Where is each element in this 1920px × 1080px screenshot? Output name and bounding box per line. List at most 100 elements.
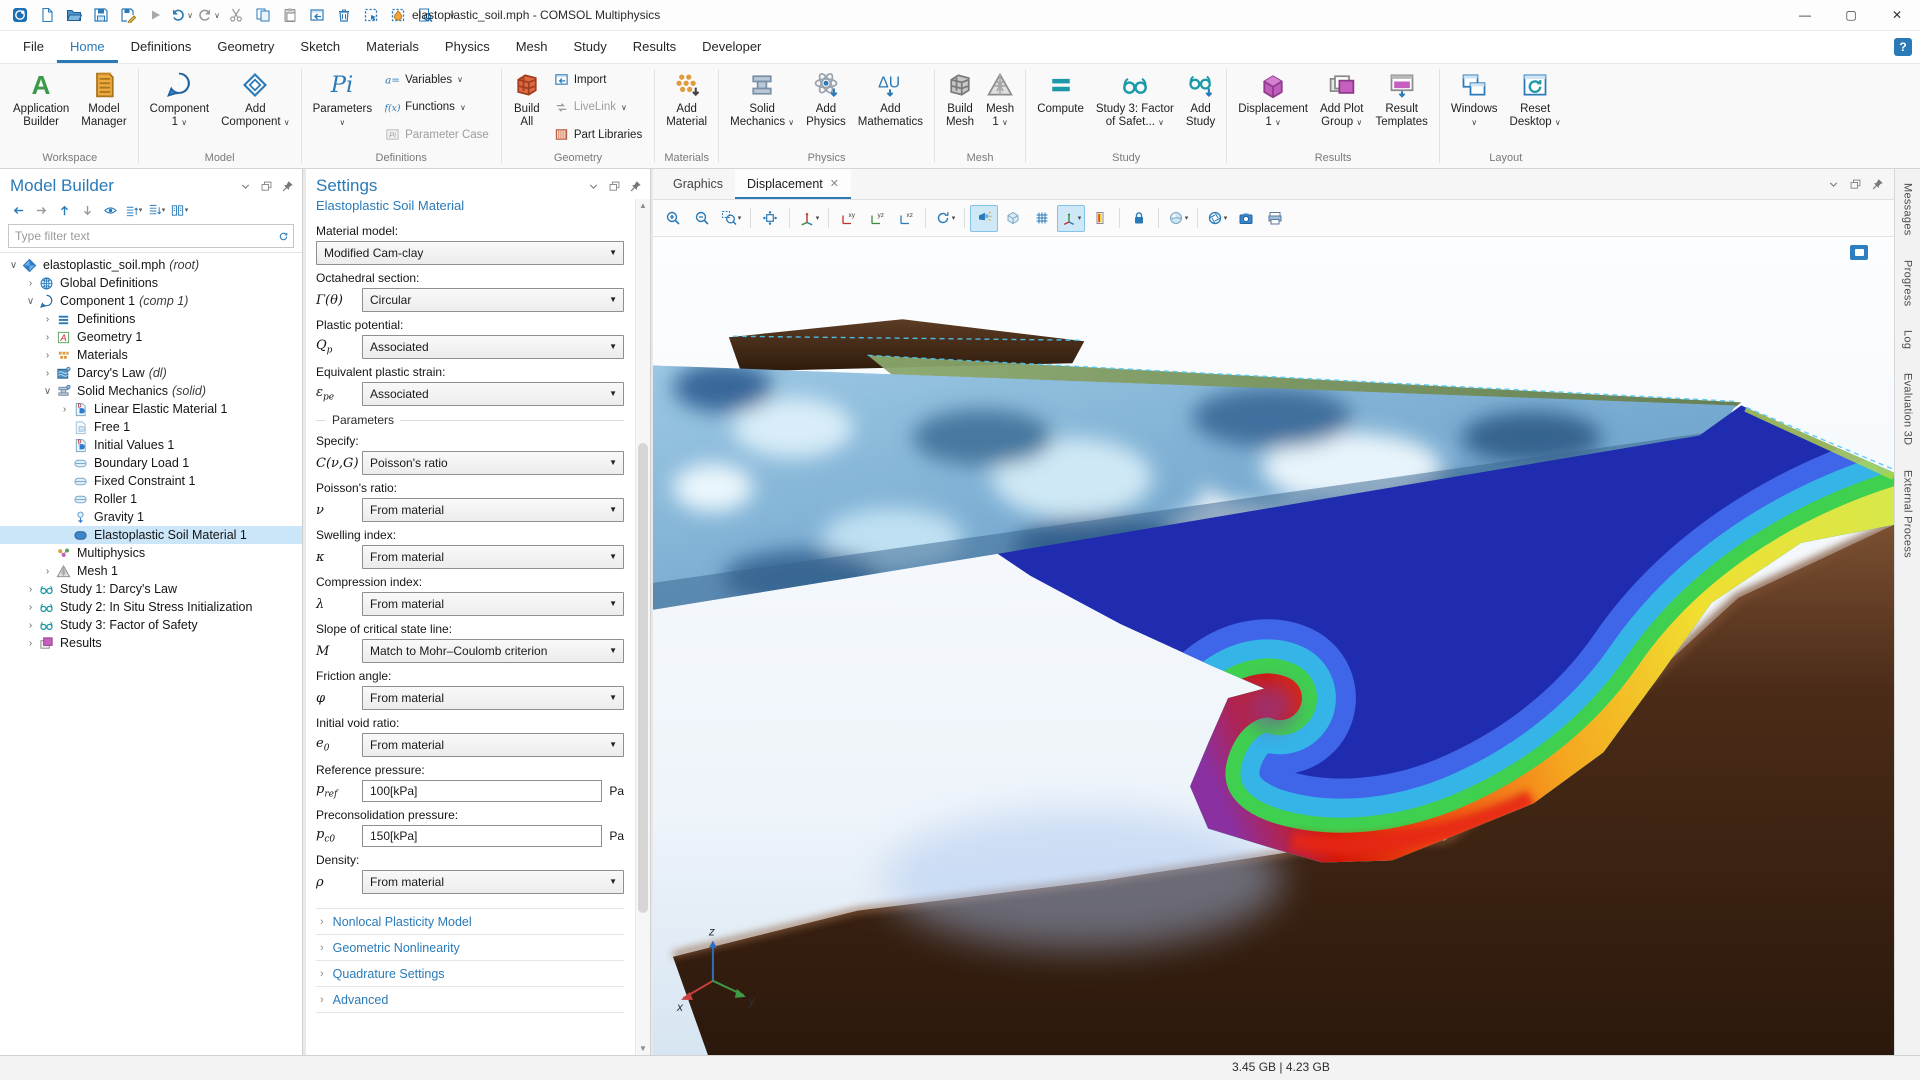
nav-forward-button[interactable] — [31, 200, 51, 220]
run-button[interactable] — [141, 2, 168, 28]
view-xy-button[interactable]: xy — [834, 205, 862, 232]
float-graphics-button[interactable] — [1848, 177, 1862, 191]
parameter-case-button[interactable]: PiParameter Case — [382, 125, 492, 144]
floating-window-indicator-icon[interactable] — [1850, 245, 1868, 260]
expander-icon[interactable]: › — [40, 350, 55, 361]
solid-mechanics-button[interactable]: SolidMechanics ∨ — [724, 67, 800, 150]
ribbon-tab-materials[interactable]: Materials — [353, 31, 432, 63]
dropdown-from-material[interactable]: From material▼ — [362, 870, 624, 894]
dropdown-from-material[interactable]: From material▼ — [362, 498, 624, 522]
collapse-panel-button[interactable] — [586, 179, 600, 193]
functions-button[interactable]: f(x)Functions∨ — [382, 98, 492, 117]
parameters-button[interactable]: PiParameters∨ — [307, 67, 378, 150]
tree-node-study-3-factor-of-safety[interactable]: ›Study 3: Factor of Safety — [0, 616, 302, 634]
graphics-viewport[interactable]: x y z — [653, 237, 1894, 1055]
3d-scene[interactable]: x y z — [653, 237, 1894, 1055]
dropdown-from-material[interactable]: From material▼ — [362, 686, 624, 710]
close-button[interactable]: ✕ — [1874, 0, 1920, 30]
float-panel-button[interactable] — [607, 179, 621, 193]
tree-node-linear-elastic-material-1[interactable]: ›DLinear Elastic Material 1 — [0, 400, 302, 418]
section-geometric-nonlinearity[interactable]: ›Geometric Nonlinearity — [316, 934, 624, 960]
expander-icon[interactable]: › — [23, 278, 38, 289]
environment-reflections-button[interactable]: ▾ — [1164, 205, 1192, 232]
tree-node-mesh-1[interactable]: ›Mesh 1 — [0, 562, 302, 580]
zoom-out-button[interactable] — [688, 205, 716, 232]
comsol-logo-button[interactable] — [6, 2, 33, 28]
new-file-button[interactable] — [33, 2, 60, 28]
zoom-in-button[interactable] — [659, 205, 687, 232]
print-button[interactable] — [1261, 205, 1289, 232]
variables-button[interactable]: a=Variables∨ — [382, 70, 492, 89]
cut-button[interactable] — [222, 2, 249, 28]
dropdown-poisson-s-ratio[interactable]: Poisson's ratio▼ — [362, 451, 624, 475]
transparency-button[interactable] — [999, 205, 1027, 232]
side-tab-log[interactable]: Log — [1902, 330, 1914, 349]
ribbon-tab-developer[interactable]: Developer — [689, 31, 774, 63]
default-view-button[interactable]: ▾ — [795, 205, 823, 232]
build-all-button[interactable]: BuildAll — [507, 67, 547, 150]
study-3-factor-of-safet--button[interactable]: Study 3: Factorof Safet... ∨ — [1090, 67, 1180, 150]
tree-node-elastoplastic-soil-material-1[interactable]: Elastoplastic Soil Material 1 — [0, 526, 302, 544]
dropdown-from-material[interactable]: From material▼ — [362, 592, 624, 616]
expander-icon[interactable]: › — [40, 368, 55, 379]
ribbon-tab-file[interactable]: File — [10, 31, 57, 63]
dropdown-from-material[interactable]: From material▼ — [362, 545, 624, 569]
add-study-button[interactable]: AddStudy — [1180, 67, 1221, 150]
save-button[interactable] — [87, 2, 114, 28]
copy-button[interactable] — [249, 2, 276, 28]
ribbon-tab-mesh[interactable]: Mesh — [503, 31, 561, 63]
expander-icon[interactable]: › — [40, 314, 55, 325]
zoom-box-button[interactable]: ▾ — [717, 205, 745, 232]
add-physics-button[interactable]: AddPhysics — [800, 67, 852, 150]
tree-node-study-1-darcy-s-law[interactable]: ›Study 1: Darcy's Law — [0, 580, 302, 598]
expander-icon[interactable]: › — [23, 602, 38, 613]
tree-columns-button[interactable]: ▾ — [169, 200, 189, 220]
add-mathematics-button[interactable]: ΔUAddMathematics — [852, 67, 929, 150]
expander-icon[interactable]: ∨ — [40, 386, 55, 397]
view-xz-button[interactable]: xz — [892, 205, 920, 232]
side-tab-messages[interactable]: Messages — [1902, 183, 1914, 236]
refresh-icon[interactable] — [273, 230, 293, 243]
graphics-tab-displacement[interactable]: Displacement✕ — [735, 169, 851, 199]
expander-icon[interactable]: › — [23, 620, 38, 631]
show-grid-button[interactable] — [1028, 205, 1056, 232]
dropdown-modified-cam-clay[interactable]: Modified Cam-clay▼ — [316, 241, 624, 265]
collapse-tree-button[interactable]: ▾ — [146, 200, 166, 220]
ribbon-tab-physics[interactable]: Physics — [432, 31, 503, 63]
import-model-button[interactable] — [303, 2, 330, 28]
save-as-button[interactable] — [114, 2, 141, 28]
settings-scrollbar[interactable]: ▲ ▼ — [635, 199, 650, 1055]
tree-node-gravity-1[interactable]: Gravity 1 — [0, 508, 302, 526]
side-tab-progress[interactable]: Progress — [1902, 260, 1914, 306]
displacement-1-button[interactable]: Displacement1 ∨ — [1232, 67, 1314, 150]
paste-button[interactable] — [276, 2, 303, 28]
minimize-button[interactable]: — — [1782, 0, 1828, 30]
section-advanced[interactable]: ›Advanced — [316, 986, 624, 1013]
component-1-button[interactable]: ΩComponent1 ∨ — [144, 67, 215, 150]
compute-button[interactable]: Compute — [1031, 67, 1090, 150]
section-nonlocal-plasticity-model[interactable]: ›Nonlocal Plasticity Model — [316, 908, 624, 934]
tree-node-boundary-load-1[interactable]: Boundary Load 1 — [0, 454, 302, 472]
add-component-button[interactable]: AddComponent ∨ — [215, 67, 296, 150]
part-libraries-button[interactable]: Part Libraries — [551, 125, 645, 144]
add-material-button[interactable]: AddMaterial — [660, 67, 713, 150]
expander-icon[interactable]: ∨ — [23, 296, 38, 307]
livelink-button[interactable]: LiveLink∨ — [551, 98, 645, 117]
dropdown-associated[interactable]: Associated▼ — [362, 382, 624, 406]
expander-icon[interactable]: › — [40, 566, 55, 577]
expander-icon[interactable]: › — [40, 332, 55, 343]
tree-node-multiphysics[interactable]: Multiphysics — [0, 544, 302, 562]
reset-desktop-button[interactable]: ResetDesktop ∨ — [1504, 67, 1567, 150]
scene-light-button[interactable] — [970, 205, 998, 232]
pin-graphics-button[interactable] — [1870, 177, 1884, 191]
delete-button[interactable] — [330, 2, 357, 28]
import-button[interactable]: Import — [551, 70, 645, 89]
tree-node-free-1[interactable]: Free 1 — [0, 418, 302, 436]
value-input[interactable]: 150[kPa] — [362, 825, 602, 847]
maximize-button[interactable]: ▢ — [1828, 0, 1874, 30]
expander-icon[interactable]: › — [23, 638, 38, 649]
expand-tree-button[interactable]: ▾ — [123, 200, 143, 220]
ribbon-tab-home[interactable]: Home — [57, 31, 118, 63]
application-builder-button[interactable]: AApplicationBuilder — [7, 67, 75, 150]
collapse-graphics-button[interactable] — [1826, 177, 1840, 191]
